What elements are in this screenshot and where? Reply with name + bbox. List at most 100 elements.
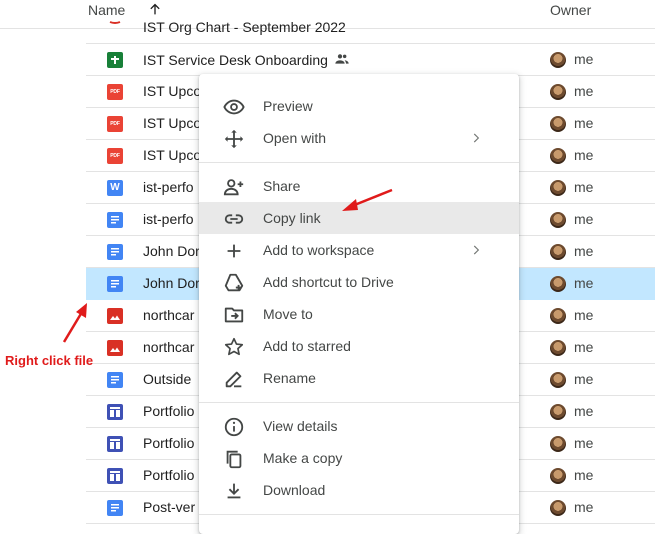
site-file-icon [107,404,123,420]
owner-label: me [574,147,594,163]
menu-item-download[interactable]: Download [199,474,519,506]
owner-avatar [550,148,566,164]
owner-avatar [550,340,566,356]
menu-item-label: Add to starred [263,338,351,354]
file-row[interactable]: IST Service Desk Onboarding me [86,44,655,76]
menu-item-add-to-workspace[interactable]: Add to workspace [199,234,519,266]
menu-item-rename[interactable]: Rename [199,362,519,394]
file-name[interactable]: IST Upco [143,147,201,163]
file-name[interactable]: Portfolio [143,467,194,483]
doc-file-icon [107,212,123,228]
annotation-arrow-right-click [62,303,87,343]
menu-item-move-to[interactable]: Move to [199,298,519,330]
file-name[interactable]: Post-ver [143,499,195,515]
owner-label: me [574,467,594,483]
chevron-right-icon [473,245,480,255]
doc-file-icon [107,500,123,516]
owner-avatar [550,180,566,196]
site-file-icon [107,468,123,484]
owner-label: me [574,435,594,451]
file-name[interactable]: IST Upco [143,115,201,131]
owner-label: me [574,243,594,259]
owner-avatar [550,244,566,260]
link-icon [224,214,244,224]
menu-item-preview[interactable]: Preview [199,90,519,122]
owner-label: me [574,371,594,387]
star-icon [224,337,244,356]
file-name[interactable]: northcar [143,339,194,355]
pencil-icon [225,371,242,388]
file-name[interactable]: Outside [143,371,191,387]
image-file-icon [107,340,123,356]
pdf-file-icon: PDF [107,116,123,132]
owner-avatar [550,500,566,516]
owner-label: me [574,403,594,419]
context-menu: Preview Open with Share Copy link Add to… [199,74,519,534]
menu-item-label: Make a copy [263,450,343,466]
file-name[interactable]: John Dor [143,275,200,291]
file-name[interactable]: ist-perfo [143,179,194,195]
owner-avatar [550,212,566,228]
doc-file-icon [107,244,123,260]
menu-item-label: Move to [263,306,313,322]
menu-divider [199,402,519,403]
owner-avatar [550,52,566,68]
owner-avatar [550,372,566,388]
word-file-icon: W [107,180,123,196]
file-name[interactable]: ist-perfo [143,211,194,227]
menu-item-label: Rename [263,370,316,386]
owner-label: me [574,211,594,227]
menu-divider [199,162,519,163]
file-name[interactable]: Portfolio [143,403,194,419]
menu-item-open-with[interactable]: Open with [199,122,519,154]
sheet-file-icon [107,52,123,68]
move-arrows-icon [224,129,244,149]
file-name[interactable]: IST Service Desk Onboarding [143,51,350,68]
pdf-file-icon: PDF [107,148,123,164]
menu-item-label: Open with [263,130,327,146]
file-name[interactable]: John Dor [143,243,200,259]
menu-item-copy-link[interactable]: Copy link [199,202,519,234]
owner-label: me [574,51,594,67]
plus-icon [227,244,241,258]
file-name[interactable]: IST Org Chart - September 2022 [143,19,346,35]
menu-item-share[interactable]: Share [199,170,519,202]
site-file-icon [107,436,123,452]
menu-item-label: Share [263,178,301,194]
annotation-right-click-label: Right click file [5,353,94,368]
menu-item-label: Copy link [263,210,321,226]
info-icon [224,417,244,437]
folder-move-icon [224,307,244,323]
menu-item-label: View details [263,418,338,434]
owner-avatar [550,436,566,452]
menu-item-add-to-starred[interactable]: Add to starred [199,330,519,362]
owner-avatar [550,116,566,132]
chevron-right-icon [473,133,480,143]
menu-item-label: Preview [263,98,313,114]
menu-item-add-shortcut[interactable]: Add shortcut to Drive [199,266,519,298]
file-name[interactable]: northcar [143,307,194,323]
file-row[interactable]: IST Org Chart - September 2022 [86,12,655,44]
owner-label: me [574,499,594,515]
owner-avatar [550,404,566,420]
download-icon [227,483,241,499]
owner-label: me [574,339,594,355]
owner-label: me [574,179,594,195]
person-add-icon [223,179,244,196]
owner-avatar [550,308,566,324]
owner-label: me [574,307,594,323]
add-shortcut-icon [224,273,244,292]
partial-file-icon [107,20,123,36]
doc-file-icon [107,276,123,292]
menu-item-label: Download [263,482,326,498]
menu-item-make-a-copy[interactable]: Make a copy [199,442,519,474]
file-name[interactable]: IST Upco [143,83,201,99]
image-file-icon [107,308,123,324]
owner-label: me [574,115,594,131]
pdf-file-icon: PDF [107,84,123,100]
copy-icon [226,450,242,469]
owner-avatar [550,468,566,484]
menu-divider [199,514,519,515]
menu-item-view-details[interactable]: View details [199,410,519,442]
file-name[interactable]: Portfolio [143,435,194,451]
